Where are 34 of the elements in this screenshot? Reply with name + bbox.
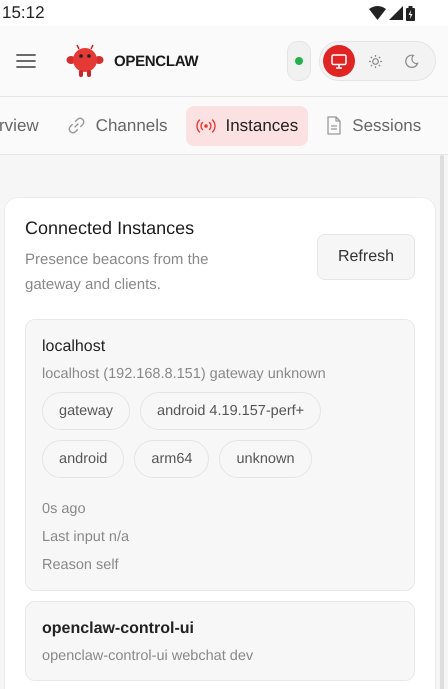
mascot-logo-icon (66, 44, 104, 78)
nav-tab[interactable]: rview (0, 106, 49, 146)
monitor-icon (331, 54, 347, 68)
monitor-theme-button[interactable] (323, 45, 355, 77)
tag-chip: gateway (42, 392, 130, 430)
connection-status-indicator (287, 41, 311, 81)
menu-icon (16, 53, 36, 69)
refresh-button[interactable]: Refresh (316, 234, 415, 280)
tag-chip: android (42, 440, 124, 478)
broadcast-icon (196, 118, 216, 132)
nav-tab[interactable]: Channels (56, 106, 178, 146)
nav-tab[interactable]: Instances (186, 106, 308, 146)
sun-icon (368, 54, 382, 68)
instance-detail: localhost (192.168.8.151) gateway unknown (42, 366, 327, 382)
instance-name: openclaw-control-ui (42, 620, 195, 638)
battery-icon (406, 6, 415, 20)
card-title: Connected Instances (25, 218, 196, 239)
moon-icon (404, 54, 418, 68)
document-icon (326, 116, 342, 135)
tag-chip: arm64 (134, 440, 210, 478)
instance-meta: Last input n/a (42, 528, 130, 546)
instance-name: localhost (42, 338, 106, 356)
card-subtitle: Presence beacons from the gateway and clients. (25, 250, 210, 295)
tag-chip: unknown (219, 440, 312, 478)
nav-tab[interactable]: Sessions (316, 106, 432, 146)
instance-meta: Reason self (42, 556, 120, 574)
signal-icon (389, 6, 403, 20)
wifi-icon (369, 6, 386, 20)
status-time: 15:12 (2, 3, 45, 23)
instance-meta: 0s ago (42, 500, 87, 518)
brand-name: OPENCLAW (114, 52, 198, 70)
instance-detail: openclaw-control-ui webchat dev (42, 648, 254, 664)
link-icon (66, 116, 86, 135)
tag-chip: android 4.19.157-perf+ (140, 392, 322, 430)
